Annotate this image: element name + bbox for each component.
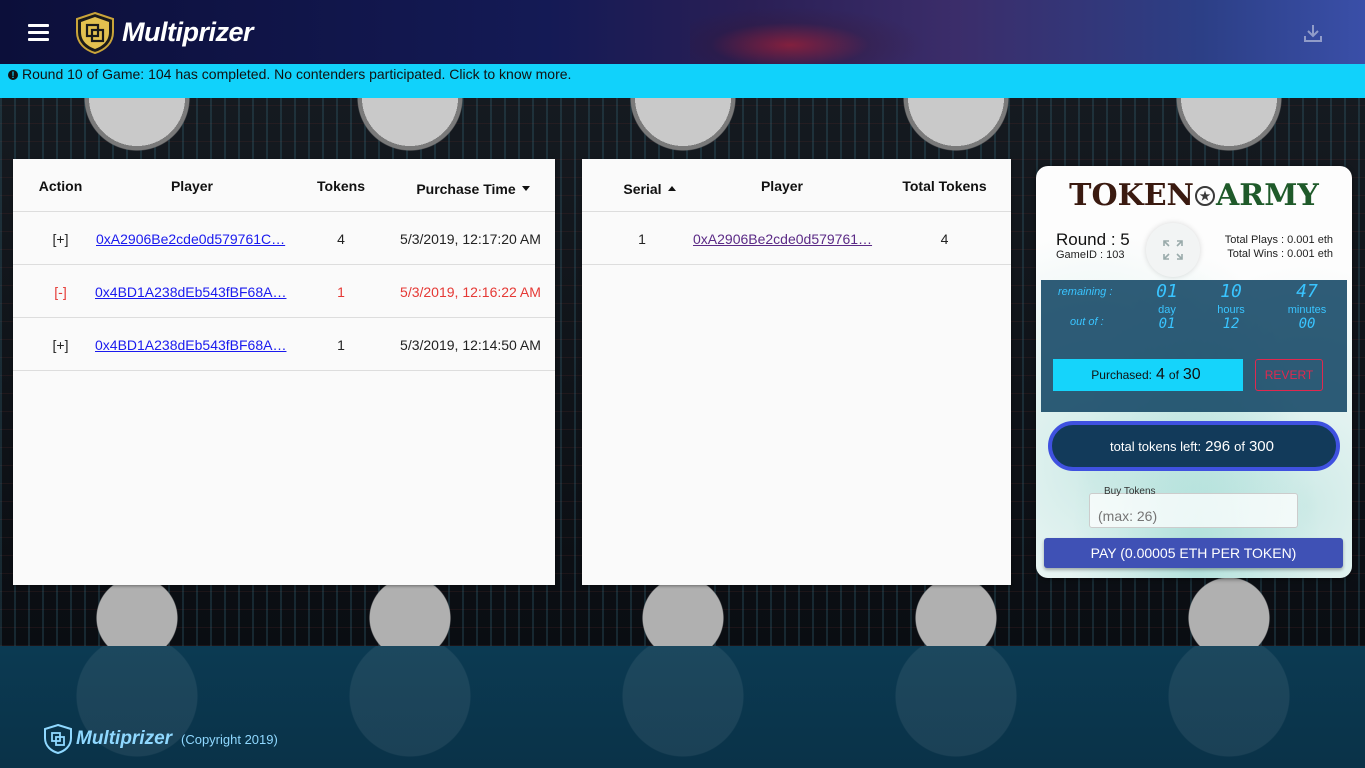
- unit-hours: hours: [1217, 304, 1245, 316]
- brand-name[interactable]: Multiprizer: [122, 17, 254, 48]
- player-address-link[interactable]: 0x4BD1A238dEb543fBF68A…: [95, 337, 290, 353]
- player-address-link[interactable]: 0xA2906Be2cde0d579761…: [693, 231, 878, 247]
- fullscreen-button[interactable]: [1146, 223, 1200, 277]
- token-count: 4: [337, 230, 345, 247]
- buy-tokens-label: Buy Tokens: [1104, 486, 1156, 497]
- out-of-label: out of :: [1070, 316, 1104, 328]
- round-number: Round : 5: [1056, 230, 1130, 249]
- purchases-table-header: Action Player Tokens Purchase Time: [13, 159, 555, 212]
- purchased-count: Purchased: 4 of 30: [1053, 359, 1243, 391]
- multiprizer-logo-icon: [44, 724, 72, 754]
- token-count: 1: [337, 336, 345, 353]
- token-army-card: TOKEN ★ ARMY Round : 5 GameID : 103 Total …: [1036, 166, 1352, 578]
- fullscreen-icon: [1163, 240, 1183, 260]
- sort-asc-icon[interactable]: [667, 186, 676, 191]
- token-count: 1: [337, 283, 345, 300]
- round-notice-bar[interactable]: ! Round 10 of Game: 104 has completed. No…: [0, 64, 1365, 98]
- sort-desc-icon[interactable]: [521, 186, 530, 191]
- unit-day: day: [1158, 304, 1176, 316]
- total-minutes: 00: [1298, 316, 1316, 332]
- timer-minutes: 47: [1296, 281, 1318, 302]
- purchases-table: Action Player Tokens Purchase Time [+] 0…: [13, 159, 555, 585]
- action-toggle[interactable]: [+]: [13, 318, 108, 371]
- header-player: Player: [170, 177, 214, 194]
- header-serial[interactable]: Serial: [602, 159, 697, 212]
- star-icon: ★: [1194, 186, 1215, 206]
- header-tokens: Tokens: [317, 177, 365, 194]
- countdown-timer: remaining : out of : 01 10 47 day hours …: [1041, 280, 1347, 412]
- multiprizer-logo-icon[interactable]: [75, 12, 115, 54]
- game-id: GameID : 103: [1056, 249, 1125, 261]
- total-wins: Total Wins : 0.001 eth: [1227, 248, 1333, 260]
- header-purchase-time[interactable]: Purchase Time: [403, 159, 543, 212]
- game-totals: Total Plays : 0.001 eth Total Wins : 0.0…: [1225, 233, 1333, 261]
- notice-text[interactable]: Round 10 of Game: 104 has completed. No …: [22, 66, 571, 82]
- header-action: Action: [38, 177, 83, 194]
- holders-table-header: Serial Player Total Tokens: [582, 159, 1011, 212]
- token-holders-table: Serial Player Total Tokens 1 0xA2906Be2c…: [582, 159, 1011, 585]
- revert-button[interactable]: REVERT: [1255, 359, 1323, 391]
- serial-number: 1: [638, 230, 646, 247]
- download-icon[interactable]: [1302, 22, 1324, 44]
- app-header: Multiprizer: [0, 0, 1365, 64]
- total-plays: Total Plays : 0.001 eth: [1224, 234, 1333, 246]
- footer-brand: Multiprizer: [76, 728, 173, 749]
- info-icon: !: [8, 70, 18, 80]
- table-row: [-] 0x4BD1A238dEb543fBF68A… 1 5/3/2019, …: [13, 265, 555, 318]
- table-row: 1 0xA2906Be2cde0d579761… 4: [582, 212, 1011, 265]
- unit-minutes: minutes: [1287, 304, 1327, 316]
- pay-button[interactable]: PAY (0.00005 ETH PER TOKEN): [1044, 538, 1343, 568]
- header-player: Player: [760, 177, 804, 194]
- purchase-time: 5/3/2019, 12:17:20 AM: [400, 230, 541, 247]
- timer-hours: 10: [1220, 281, 1242, 302]
- action-toggle[interactable]: [-]: [13, 265, 108, 318]
- tokens-left-badge: total tokens left: 296 of 300: [1048, 421, 1340, 471]
- purchase-time: 5/3/2019, 12:14:50 AM: [400, 336, 541, 353]
- header-total-tokens: Total Tokens: [902, 177, 987, 194]
- total-tokens: 4: [940, 230, 949, 247]
- table-row: [+] 0xA2906Be2cde0d579761C… 4 5/3/2019, …: [13, 212, 555, 265]
- token-army-logo: TOKEN ★ ARMY: [1069, 178, 1319, 213]
- action-toggle[interactable]: [+]: [13, 212, 108, 265]
- hamburger-menu-icon[interactable]: [28, 24, 49, 41]
- footer: Multiprizer (Copyright 2019): [0, 646, 1365, 768]
- player-address-link[interactable]: 0xA2906Be2cde0d579761C…: [96, 231, 291, 247]
- total-days: 01: [1158, 316, 1176, 332]
- purchase-time: 5/3/2019, 12:16:22 AM: [400, 283, 541, 300]
- timer-days: 01: [1156, 281, 1178, 302]
- player-address-link[interactable]: 0x4BD1A238dEb543fBF68A…: [95, 284, 290, 300]
- copyright-text: (Copyright 2019): [181, 732, 278, 747]
- remaining-label: remaining :: [1058, 286, 1113, 298]
- buy-tokens-input[interactable]: [1089, 493, 1298, 528]
- total-hours: 12: [1222, 316, 1240, 332]
- table-row: [+] 0x4BD1A238dEb543fBF68A… 1 5/3/2019, …: [13, 318, 555, 371]
